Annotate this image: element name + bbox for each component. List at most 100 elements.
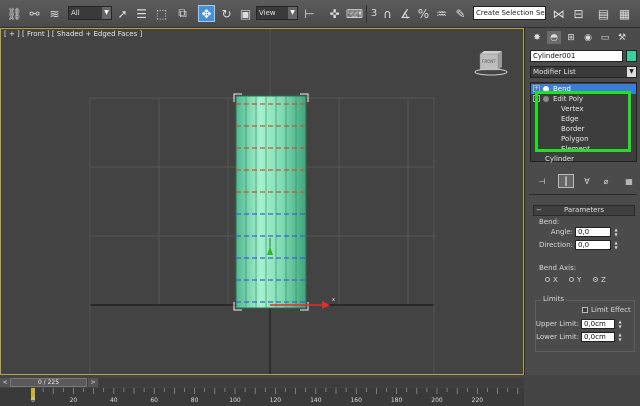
stack-item-bend[interactable]: + Bend — [531, 84, 636, 94]
track-tick-label: 180 — [390, 397, 403, 404]
selection-filter-dropdown[interactable]: All ▼ — [68, 6, 112, 20]
remove-modifier-icon[interactable]: ⌀ — [598, 174, 614, 188]
chevron-down-icon: ▼ — [627, 67, 636, 77]
object-color-swatch[interactable] — [626, 50, 637, 62]
create-tab-icon[interactable]: ✸ — [530, 31, 544, 44]
track-tick-label: 0 — [31, 397, 35, 404]
bend-group-label: Bend: — [539, 218, 560, 226]
keyboard-shortcut-icon[interactable]: ⌨ — [346, 5, 363, 22]
object-name-field[interactable]: Cylinder001 — [530, 50, 623, 62]
track-bar[interactable]: 0 20 40 60 80 100 120 140 160 180 200 220 — [0, 388, 524, 406]
stack-item-edit-poly[interactable]: − Edit Poly — [531, 94, 636, 104]
spinner-arrows-icon[interactable]: ▲ ▼ — [613, 227, 619, 237]
utilities-tab-icon[interactable]: ⚒ — [615, 31, 629, 44]
direction-label: Direction: — [539, 241, 573, 249]
show-end-result-icon[interactable]: ┃ — [558, 174, 574, 188]
rect-selection-icon[interactable]: ⬚ — [153, 5, 170, 22]
axis-y-radio[interactable] — [569, 277, 574, 282]
prev-frame-button[interactable]: < — [0, 378, 10, 387]
viewcube[interactable]: FRONT — [474, 50, 508, 76]
modifier-stack[interactable]: + Bend − Edit Poly Vertex Edge Border Po… — [530, 82, 637, 164]
direction-spinner[interactable]: 0,0 — [575, 240, 611, 250]
select-manipulate-icon[interactable]: ✜ — [326, 5, 343, 22]
track-tick-label: 20 — [69, 397, 78, 404]
expand-icon[interactable]: + — [533, 85, 540, 92]
chevron-down-icon: ▼ — [102, 7, 111, 19]
pivot-icon[interactable]: ⊢ — [301, 5, 318, 22]
hierarchy-tab-icon[interactable]: ⊞ — [564, 31, 578, 44]
axis-z-radio[interactable] — [593, 277, 598, 282]
cylinder-object[interactable] — [233, 93, 309, 311]
snap-toggle-icon[interactable]: ∩ — [379, 5, 396, 22]
make-unique-icon[interactable]: ∀ — [579, 174, 595, 188]
viewcube-face-label: FRONT — [482, 59, 496, 64]
stack-item-polygon[interactable]: Polygon — [531, 134, 636, 144]
spinner-arrows-icon[interactable]: ▲ ▼ — [613, 240, 619, 250]
stack-item-edge[interactable]: Edge — [531, 114, 636, 124]
angle-snap-icon[interactable]: ∡ — [397, 5, 414, 22]
rotate-icon[interactable]: ↻ — [218, 5, 235, 22]
track-bar-ticks — [31, 388, 519, 400]
reference-coordinate-dropdown[interactable]: View ▼ — [256, 6, 298, 20]
stack-item-label: Cylinder — [545, 155, 574, 163]
named-selection-set-field[interactable]: Create Selection Se — [473, 6, 546, 20]
angle-label: Angle: — [550, 228, 573, 236]
bind-spacewarp-icon[interactable]: ≋ — [46, 5, 63, 22]
track-tick-label: 120 — [269, 397, 282, 404]
spinner-snap-icon[interactable]: ♒ — [433, 5, 450, 22]
lightbulb-icon[interactable] — [543, 86, 549, 92]
stack-item-label: Element — [561, 145, 590, 153]
selection-filter-value: All — [71, 9, 80, 17]
angle-spinner[interactable]: 0,0 — [575, 227, 611, 237]
toolbar-separator — [366, 5, 367, 23]
axis-x-radio[interactable] — [545, 277, 550, 282]
percent-snap-icon[interactable]: % — [415, 5, 432, 22]
reference-coordinate-value: View — [259, 9, 276, 17]
time-slider[interactable]: < 0 / 225 > — [0, 378, 524, 387]
stack-item-vertex[interactable]: Vertex — [531, 104, 636, 114]
spinner-arrows-icon[interactable]: ▲ ▼ — [617, 332, 623, 342]
edit-named-sets-icon[interactable]: ✎ — [452, 5, 469, 22]
link-icon[interactable]: ⛓ — [6, 5, 23, 22]
upper-limit-spinner[interactable]: 0,0cm — [581, 319, 615, 329]
viewport-label[interactable]: [ + ] [ Front ] [ Shaded + Edged Faces ] — [4, 30, 142, 38]
spinner-arrows-icon[interactable]: ▲ ▼ — [617, 319, 623, 329]
axis-z-label: Z — [601, 276, 606, 284]
track-tick-label: 220 — [471, 397, 484, 404]
collapse-icon[interactable]: − — [533, 95, 540, 102]
layer-explorer-icon[interactable]: ▤ — [595, 5, 612, 22]
stack-item-element[interactable]: Element — [531, 144, 636, 154]
track-tick-label: 160 — [350, 397, 362, 404]
mirror-icon[interactable]: ⋈ — [550, 5, 567, 22]
unlink-icon[interactable]: ⚯ — [26, 5, 43, 22]
stack-item-label: Vertex — [561, 105, 584, 113]
axis-x-label: X — [553, 276, 558, 284]
limit-effect-checkbox[interactable] — [582, 307, 588, 313]
pin-stack-icon[interactable]: ⊣ — [534, 174, 550, 188]
configure-sets-icon[interactable]: ▦ — [621, 174, 637, 188]
motion-tab-icon[interactable]: ◉ — [581, 31, 595, 44]
stack-item-label: Edit Poly — [553, 95, 584, 103]
track-tick-label: 40 — [109, 397, 118, 404]
align-icon[interactable]: ⊟ — [570, 5, 587, 22]
select-object-icon[interactable]: ➚ — [114, 5, 131, 22]
lower-limit-spinner[interactable]: 0,0cm — [581, 332, 615, 342]
stack-item-cylinder[interactable]: Cylinder — [531, 154, 636, 164]
modifier-list-dropdown[interactable]: Modifier List ▼ — [530, 66, 637, 78]
parameters-rollout-header[interactable]: − Parameters — [533, 205, 635, 216]
main-toolbar: ⛓ ⚯ ≋ All ▼ ➚ ☰ ⬚ ⧉ ✥ ↻ ▣ View ▼ ⊢ ✜ ⌨ 3… — [0, 0, 640, 28]
track-tick-label: 80 — [190, 397, 199, 404]
window-crossing-icon[interactable]: ⧉ — [174, 5, 191, 22]
stack-item-border[interactable]: Border — [531, 124, 636, 134]
scene-explorer-icon[interactable]: ▦ — [616, 5, 633, 22]
next-frame-button[interactable]: > — [88, 378, 98, 387]
move-icon[interactable]: ✥ — [198, 5, 215, 22]
lightbulb-icon[interactable] — [543, 96, 549, 102]
lower-limit-label: Lower Limit: — [536, 333, 579, 341]
front-viewport[interactable]: x [ + ] [ Front ] [ Shaded + Edged Faces… — [0, 28, 524, 375]
modify-tab-icon[interactable]: ◓ — [547, 31, 561, 44]
display-tab-icon[interactable]: ▭ — [598, 31, 612, 44]
time-slider-thumb[interactable]: 0 / 225 — [10, 378, 87, 387]
scale-icon[interactable]: ▣ — [237, 5, 254, 22]
select-by-name-icon[interactable]: ☰ — [133, 5, 150, 22]
